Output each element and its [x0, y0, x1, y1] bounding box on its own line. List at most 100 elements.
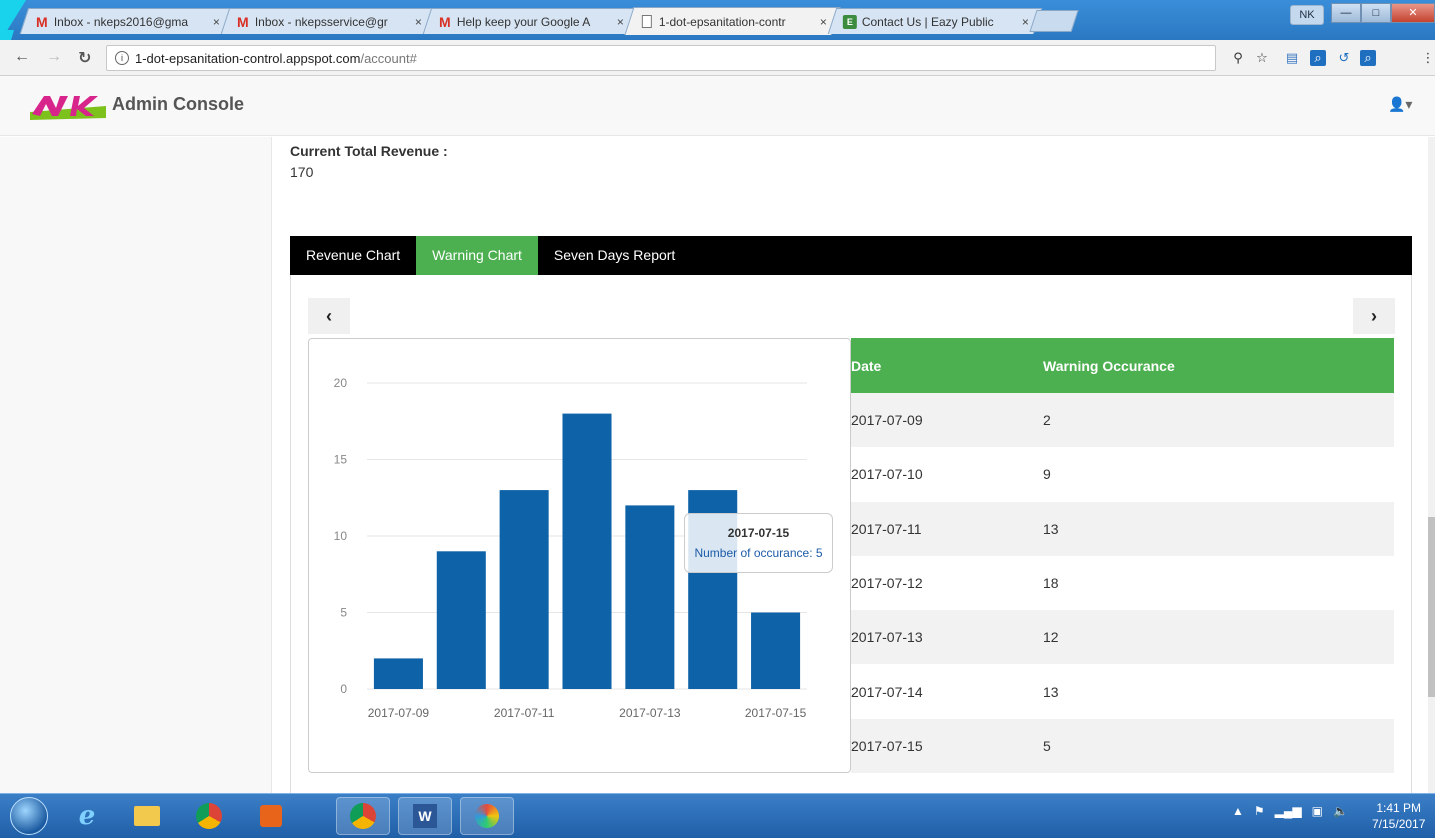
- back-arrow-icon[interactable]: ←: [14, 48, 30, 66]
- extension-search-icon[interactable]: ⌕: [1360, 50, 1376, 66]
- browser-tab-contact[interactable]: E Contact Us | Eazy Public ×: [827, 8, 1043, 34]
- cell-date: 2017-07-09: [851, 393, 1043, 448]
- bar-2017-07-11[interactable]: [499, 490, 549, 689]
- tab-revenue-chart[interactable]: Revenue Chart: [290, 236, 416, 275]
- menu-dots-icon[interactable]: ⋮: [1420, 50, 1435, 66]
- tab-close-icon[interactable]: ×: [820, 15, 827, 29]
- flag-icon[interactable]: ⚑: [1254, 804, 1265, 818]
- tab-seven-days-report[interactable]: Seven Days Report: [538, 236, 691, 275]
- cell-date: 2017-07-11: [851, 501, 1043, 556]
- table-header-row: Date Warning Occurance: [851, 338, 1394, 393]
- browser-tab-strip: M Inbox - nkeps2016@gma × M Inbox - nkepsse…: [0, 0, 1435, 40]
- x-tick-label: 2017-07-11: [494, 706, 555, 720]
- sidebar: [0, 137, 272, 793]
- page-scrollbar[interactable]: [1428, 137, 1435, 793]
- gmail-icon: M: [35, 13, 48, 30]
- forward-arrow-icon[interactable]: →: [46, 48, 62, 66]
- tab-close-icon[interactable]: ×: [617, 15, 624, 29]
- y-tick-label: 5: [340, 606, 347, 620]
- next-arrow-button[interactable]: ›: [1353, 298, 1395, 334]
- brand-title: Admin Console: [112, 94, 245, 114]
- bar-2017-07-09[interactable]: [373, 658, 423, 689]
- y-tick-label: 0: [340, 682, 347, 696]
- gmail-icon: M: [236, 13, 249, 30]
- table-row: 2017-07-12 18: [851, 555, 1394, 611]
- cell-date: 2017-07-12: [851, 555, 1043, 611]
- reload-icon[interactable]: ↻: [78, 48, 91, 68]
- bar-2017-07-10[interactable]: [436, 551, 486, 689]
- eazy-icon: E: [842, 14, 857, 29]
- extension-notes-icon[interactable]: ▤: [1284, 50, 1300, 66]
- bar-2017-07-12[interactable]: [562, 413, 612, 689]
- x-tick-label: 2017-07-13: [619, 706, 681, 720]
- window-controls: — □ ✕: [1331, 3, 1435, 23]
- app-header: Admin Console 👤▾: [0, 76, 1435, 136]
- url-input[interactable]: i 1-dot-epsanitation-control.appspot.com…: [106, 45, 1216, 71]
- warning-table: Date Warning Occurance 2017-07-09 2 2017-…: [851, 338, 1394, 774]
- user-menu-icon[interactable]: 👤▾: [1388, 96, 1412, 113]
- url-host: 1-dot-epsanitation-control.appspot.com: [135, 50, 361, 66]
- browser-tab-epsanitation[interactable]: 1-dot-epsanitation-contr ×: [624, 7, 841, 35]
- y-tick-label: 10: [334, 529, 348, 543]
- tab-title: 1-dot-epsanitation-contr: [658, 14, 786, 29]
- extension-search-icon[interactable]: ⌕: [1310, 50, 1326, 66]
- y-tick-label: 20: [334, 376, 348, 390]
- cell-date: 2017-07-13: [851, 610, 1043, 665]
- table-row: 2017-07-11 13: [851, 501, 1394, 556]
- chart-tooltip: 2017-07-15 Number of occurance: 5: [684, 513, 833, 573]
- system-tray: ▲ ⚑ ▂▄▆ ▣ 🔈: [1232, 804, 1348, 818]
- bar-2017-07-15[interactable]: [751, 612, 801, 690]
- ie-icon[interactable]: e: [60, 797, 114, 835]
- cell-count: 9: [1043, 447, 1394, 502]
- tab-title: Help keep your Google A: [456, 14, 591, 29]
- profile-badge[interactable]: NK: [1290, 5, 1324, 25]
- bar-2017-07-13[interactable]: [625, 505, 675, 689]
- tray-expand-icon[interactable]: ▲: [1232, 804, 1244, 818]
- tab-title: Inbox - nkeps2016@gma: [53, 14, 189, 29]
- tab-title: Contact Us | Eazy Public: [861, 14, 994, 29]
- table-row: 2017-07-13 12: [851, 610, 1394, 665]
- new-tab-button[interactable]: [1029, 10, 1079, 32]
- clock-date: 7/15/2017: [1372, 817, 1426, 831]
- prev-arrow-button[interactable]: ‹: [308, 298, 350, 334]
- media-player-icon[interactable]: [244, 797, 298, 835]
- clock-time: 1:41 PM: [1376, 801, 1422, 815]
- revenue-value: 170: [290, 164, 314, 180]
- word-icon[interactable]: W: [398, 797, 452, 835]
- browser-tab-inbox-2[interactable]: M Inbox - nkepsservice@gr ×: [220, 8, 436, 34]
- cell-date: 2017-07-15: [851, 718, 1043, 774]
- volume-icon[interactable]: 🔈: [1333, 804, 1348, 818]
- minimize-icon[interactable]: —: [1331, 3, 1361, 23]
- info-icon[interactable]: i: [115, 51, 129, 65]
- tab-close-icon[interactable]: ×: [415, 15, 422, 29]
- x-tick-label: 2017-07-09: [368, 706, 430, 720]
- tab-close-icon[interactable]: ×: [213, 15, 220, 29]
- explorer-folder-icon[interactable]: [120, 797, 174, 835]
- browser-tab-help[interactable]: M Help keep your Google A ×: [422, 8, 638, 34]
- device-icon[interactable]: ▣: [1312, 804, 1323, 818]
- cell-count: 12: [1043, 610, 1394, 665]
- chrome-open-icon[interactable]: [336, 797, 390, 835]
- logo-icon: [30, 96, 106, 120]
- close-window-icon[interactable]: ✕: [1391, 3, 1435, 23]
- tab-warning-chart[interactable]: Warning Chart: [416, 236, 538, 275]
- tab-title: Inbox - nkepsservice@gr: [254, 14, 388, 29]
- start-button-icon[interactable]: [10, 797, 48, 835]
- y-tick-label: 15: [334, 453, 348, 467]
- paint-icon[interactable]: [460, 797, 514, 835]
- column-header-warning: Warning Occurance: [1043, 338, 1394, 393]
- taskbar-clock[interactable]: 1:41 PM 7/15/2017: [1372, 800, 1425, 832]
- maximize-icon[interactable]: □: [1361, 3, 1391, 23]
- tab-close-icon[interactable]: ×: [1022, 15, 1029, 29]
- browser-tab-inbox-1[interactable]: M Inbox - nkeps2016@gma ×: [19, 8, 234, 34]
- tooltip-date: 2017-07-15: [727, 526, 790, 540]
- extension-refresh-icon[interactable]: ↺: [1336, 50, 1352, 66]
- chrome-icon[interactable]: [182, 797, 236, 835]
- key-icon[interactable]: ⚲: [1230, 50, 1246, 66]
- network-signal-icon[interactable]: ▂▄▆: [1275, 804, 1302, 818]
- scrollbar-thumb[interactable]: [1428, 517, 1435, 697]
- bookmark-star-icon[interactable]: ☆: [1254, 50, 1270, 66]
- address-bar: ← → ↻ i 1-dot-epsanitation-control.appsp…: [0, 40, 1435, 76]
- column-header-date: Date: [851, 338, 1043, 393]
- table-row: 2017-07-09 2: [851, 393, 1394, 448]
